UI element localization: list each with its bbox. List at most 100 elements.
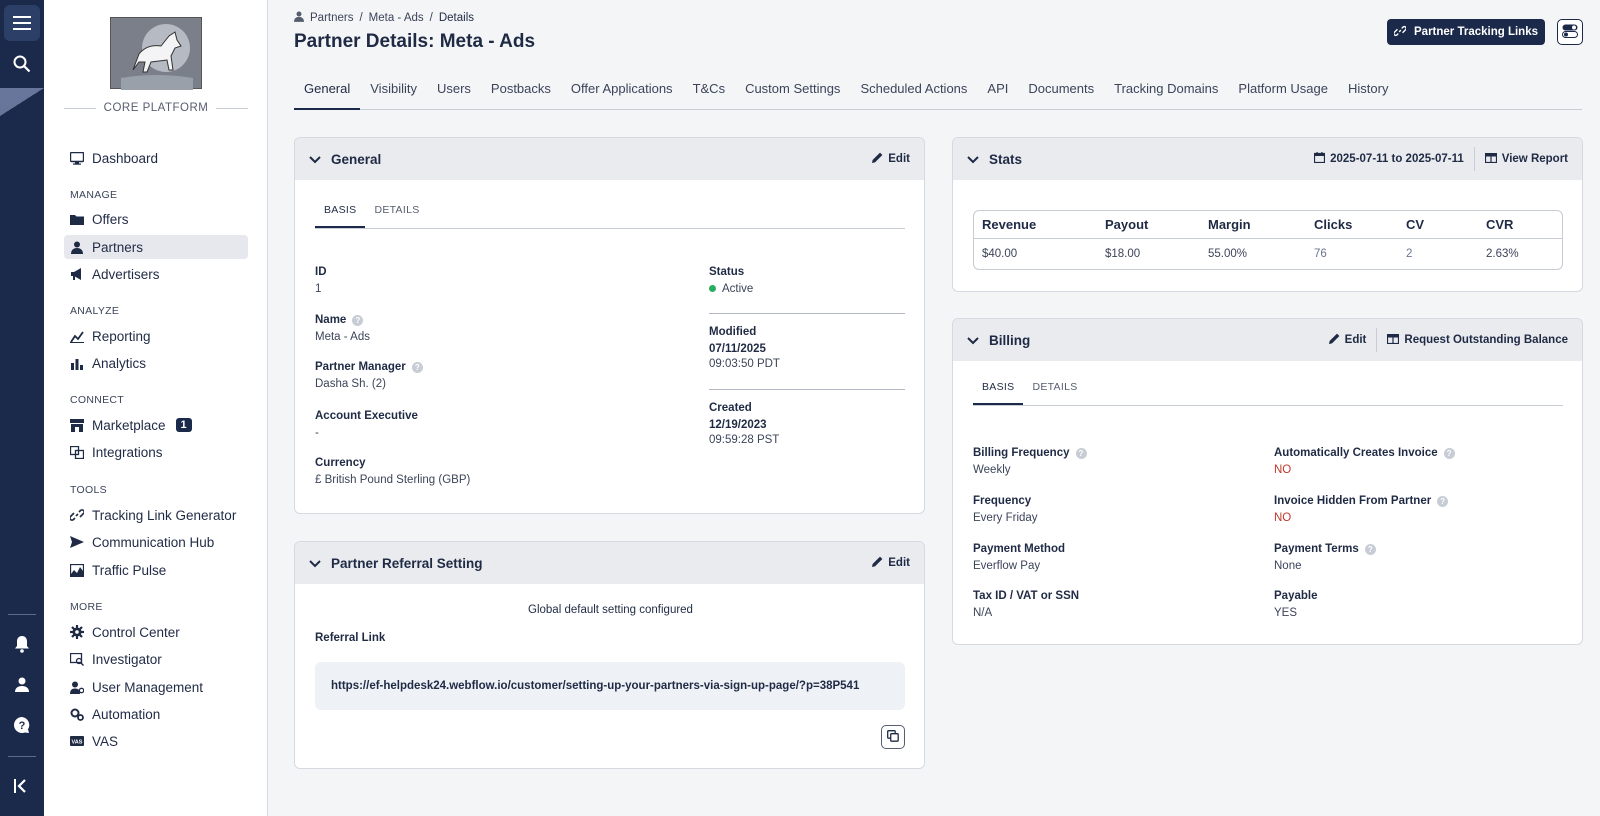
platform-label: CORE PLATFORM: [103, 102, 209, 114]
tab-visibility[interactable]: Visibility: [360, 76, 427, 110]
user-icon[interactable]: [4, 666, 40, 702]
sidebar-item-partners[interactable]: Partners: [64, 235, 248, 259]
tab-history[interactable]: History: [1338, 76, 1398, 110]
menu-icon[interactable]: [4, 5, 40, 41]
payment-method-value: Everflow Pay: [973, 560, 1041, 572]
name-field: Name? Meta - Ads: [315, 314, 370, 343]
sidebar-item-control-center[interactable]: Control Center: [64, 620, 248, 644]
partner-manager-value[interactable]: Dasha Sh. (2): [315, 378, 423, 390]
tab-custom-settings[interactable]: Custom Settings: [735, 76, 850, 110]
help-icon[interactable]: ?: [4, 707, 40, 743]
monitor-icon: [70, 151, 84, 165]
request-outstanding-balance-button[interactable]: Request Outstanding Balance: [1387, 333, 1568, 347]
tab-scheduled-actions[interactable]: Scheduled Actions: [850, 76, 977, 110]
sidebar-item-label: Reporting: [92, 328, 151, 344]
sidebar-item-user-management[interactable]: User Management: [64, 675, 248, 699]
help-icon[interactable]: ?: [1443, 447, 1455, 459]
tab-general[interactable]: General: [294, 76, 361, 110]
chevron-down-icon[interactable]: [967, 333, 979, 348]
sidebar-item-tracking-link-generator[interactable]: Tracking Link Generator: [64, 503, 248, 527]
tab-tcs[interactable]: T&Cs: [683, 76, 736, 110]
referral-edit-button[interactable]: Edit: [872, 556, 910, 570]
chevron-down-icon[interactable]: [309, 152, 321, 167]
tax-id-field: Tax ID / VAT or SSN N/A: [973, 590, 1079, 619]
edit-label: Edit: [1344, 334, 1367, 346]
tab-postbacks[interactable]: Postbacks: [481, 76, 561, 110]
tab-api[interactable]: API: [977, 76, 1018, 110]
subtab-details[interactable]: DETAILS: [365, 198, 428, 228]
breadcrumb-details: Details: [438, 12, 474, 24]
tab-platform-usage[interactable]: Platform Usage: [1228, 76, 1338, 110]
payment-method-label: Payment Method: [973, 543, 1066, 555]
stats-table: Revenue Payout Margin Clicks CV CVR $40.…: [973, 210, 1563, 270]
auto-invoice-value: NO: [1274, 464, 1292, 476]
help-icon[interactable]: ?: [411, 361, 423, 373]
help-icon[interactable]: ?: [1364, 543, 1376, 555]
sidebar-item-label: Partners: [92, 239, 144, 255]
breadcrumb-meta-ads[interactable]: Meta - Ads: [369, 12, 424, 24]
page-title: Partner Details: Meta - Ads: [294, 31, 536, 52]
sidebar-item-vas[interactable]: VAS VAS: [64, 729, 248, 753]
subtab-basis[interactable]: BASIS: [315, 198, 366, 228]
chevron-down-icon[interactable]: [967, 152, 979, 167]
toggle-icon: [1562, 24, 1578, 41]
sidebar-item-reporting[interactable]: Reporting: [64, 324, 248, 348]
partner-manager-field: Partner Manager? Dasha Sh. (2): [315, 361, 423, 390]
section-analyze: ANALYZE: [70, 305, 120, 317]
partner-tracking-links-button[interactable]: Partner Tracking Links: [1387, 19, 1545, 45]
sidebar-item-communication-hub[interactable]: Communication Hub: [64, 530, 248, 554]
help-icon[interactable]: ?: [352, 314, 364, 326]
help-icon[interactable]: ?: [1437, 495, 1449, 507]
search-icon[interactable]: [4, 46, 40, 82]
sidebar-item-offers[interactable]: Offers: [64, 207, 248, 231]
collapse-icon[interactable]: [4, 768, 40, 804]
sidebar-item-label: Offers: [92, 211, 129, 227]
sidebar-item-investigator[interactable]: Investigator: [64, 647, 248, 671]
tab-users[interactable]: Users: [427, 76, 481, 110]
general-subtabs: BASIS DETAILS: [315, 198, 905, 229]
sidebar-item-automation[interactable]: Automation: [64, 702, 248, 726]
general-edit-button[interactable]: Edit: [872, 152, 910, 166]
calendar-icon: [1314, 152, 1326, 166]
referral-link-value[interactable]: https://ef-helpdesk24.webflow.io/custome…: [315, 662, 905, 710]
rail-decoration: [0, 88, 44, 116]
general-card: General Edit BASIS DETAILS ID 1 Name? Me…: [294, 137, 925, 514]
rail-divider: [8, 614, 36, 615]
date-range-picker[interactable]: 2025-07-11 to 2025-07-11: [1314, 152, 1464, 166]
icon-rail: ?: [0, 0, 44, 816]
table-icon: [1387, 333, 1400, 347]
view-report-button[interactable]: View Report: [1484, 152, 1568, 166]
sidebar-item-dashboard[interactable]: Dashboard: [64, 146, 248, 170]
billing-edit-button[interactable]: Edit: [1328, 333, 1367, 347]
stats-card: Stats 2025-07-11 to 2025-07-11 View Repo…: [952, 137, 1583, 292]
sidebar-item-label: Integrations: [92, 444, 163, 460]
breadcrumb-partners[interactable]: Partners: [310, 12, 353, 24]
sidebar-item-label: Dashboard: [92, 150, 159, 166]
payable-field: Payable YES: [1274, 590, 1317, 619]
sidebar-item-marketplace[interactable]: Marketplace 1: [64, 413, 248, 437]
copy-icon: [887, 729, 899, 745]
sidebar-item-integrations[interactable]: Integrations: [64, 440, 248, 464]
sidebar-item-label: Communication Hub: [92, 534, 215, 550]
sidebar-item-label: Tracking Link Generator: [92, 507, 237, 523]
tab-documents[interactable]: Documents: [1018, 76, 1104, 110]
stats-clicks[interactable]: 76: [1306, 248, 1398, 260]
toggle-settings-button[interactable]: [1557, 19, 1583, 45]
help-icon[interactable]: ?: [1075, 447, 1087, 459]
stats-value-row: $40.00 $18.00 55.00% 76 2 2.63%: [974, 239, 1562, 269]
sidebar-item-analytics[interactable]: Analytics: [64, 351, 248, 375]
chevron-down-icon[interactable]: [309, 556, 321, 571]
sidebar-item-advertisers[interactable]: Advertisers: [64, 262, 248, 286]
copy-button[interactable]: [881, 725, 905, 749]
subtab-basis[interactable]: BASIS: [973, 375, 1024, 405]
sidebar-item-label: Advertisers: [92, 266, 160, 282]
sidebar-item-traffic-pulse[interactable]: Traffic Pulse: [64, 558, 248, 582]
bell-icon[interactable]: [4, 626, 40, 662]
stats-card-header: Stats 2025-07-11 to 2025-07-11 View Repo…: [953, 138, 1582, 180]
edit-label: Edit: [888, 557, 910, 569]
subtab-details[interactable]: DETAILS: [1023, 375, 1086, 405]
stats-cv[interactable]: 2: [1398, 248, 1478, 260]
tab-tracking-domains[interactable]: Tracking Domains: [1104, 76, 1228, 110]
section-tools: TOOLS: [70, 484, 107, 496]
tab-offer-applications[interactable]: Offer Applications: [561, 76, 683, 110]
